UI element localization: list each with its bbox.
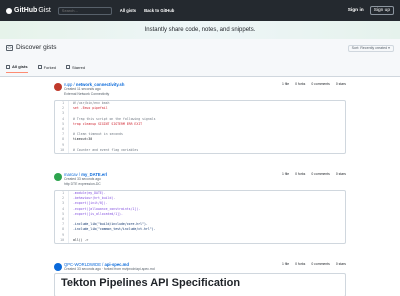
file-count[interactable]: 1 file [282,172,289,176]
github-mark-icon [6,7,12,14]
gist-header: QPC-WORLDWIDE / api-spec.md Created 33 s… [54,262,346,273]
logo-sub: Gist [38,7,51,14]
gist-stats: 1 file 0 forks 0 comments 0 stars [276,82,346,86]
auth-links: Sign in Sign up [348,6,394,15]
back-to-github-link[interactable]: Back to GitHub [144,8,174,13]
gist-item: marcav / my_DATE.erl Created 33 seconds … [54,172,346,244]
discover-title: Discover gists [16,44,57,51]
github-gist-logo[interactable]: GitHub Gist [6,7,51,14]
tab-label: Starred [72,64,86,70]
gist-stats: 1 file 0 forks 0 comments 0 stars [276,172,346,176]
gist-item: rupp / network_connectivity.sh Created 1… [54,82,346,154]
sort-dropdown[interactable]: Sort: Recently created ▾ [347,45,394,52]
tab-all-gists[interactable]: All gists [6,64,28,73]
sort-label: Sort: Recently created [351,46,388,50]
line-content: set -Eeuo pipefail [73,106,108,111]
line-content: all() -> [73,237,89,242]
code-preview[interactable]: 1 #!/usr/bin/env bash 2 set -Eeuo pipefail 3… [54,100,346,154]
gist-description: http DTE expression-DC [64,182,101,186]
hero-banner: Instantly share code, notes, and snippet… [0,21,400,39]
comment-count[interactable]: 0 comments [311,82,329,86]
gist-description: External Network Connectivity [64,92,110,96]
tab-starred[interactable]: Starred [66,64,85,73]
gist-tabs: All gists Forked Starred [6,64,95,73]
readme-title: Tekton Pipelines API Specification [61,277,241,289]
sign-in-link[interactable]: Sign in [348,8,364,13]
gist-item: QPC-WORLDWIDE / api-spec.md Created 33 s… [54,262,346,296]
tab-forked[interactable]: Forked [37,64,57,73]
star-icon [66,65,71,69]
file-count[interactable]: 1 file [282,82,289,86]
tab-label: Forked [43,64,57,70]
search-input[interactable] [57,6,112,15]
gist-meta: Created 33 seconds ago [64,177,101,181]
line-content: trap cleanup SIGINT SIGTERM ERR EXIT [73,121,143,126]
star-count[interactable]: 0 stars [336,172,346,176]
fork-count[interactable]: 0 forks [295,262,305,266]
code-preview[interactable]: 1 -module(my_DATE). 2 -behaviour(hrt_build)… [54,190,346,244]
line-number: 10 [55,237,69,243]
logo-main: GitHub [14,7,38,14]
avatar[interactable] [54,173,62,181]
line-number: 10 [55,147,69,153]
top-navigation-bar: GitHub Gist All gists Back to GitHub Sig… [0,0,400,21]
fork-count[interactable]: 0 forks [295,82,305,86]
avatar[interactable] [54,83,62,91]
line-content: # Counter and event flag variables [73,147,139,152]
fork-count[interactable]: 0 forks [295,172,305,176]
gist-header: rupp / network_connectivity.sh Created 1… [54,82,346,98]
star-count[interactable]: 0 stars [336,262,346,266]
gist-meta: Created 11 seconds ago [64,87,101,91]
gist-meta: Created 33 seconds ago · forked from mvl… [64,267,155,271]
code-square-icon: <> [6,44,13,51]
discover-header: <> Discover gists Sort: Recently created… [0,39,400,77]
hero-text: Instantly share code, notes, and snippet… [144,27,256,33]
star-count[interactable]: 0 stars [336,82,346,86]
line-content: -include_lib("common_test/include/ct.hrl… [73,227,156,232]
code-line: 10 all() -> [55,237,345,243]
fork-icon [37,65,42,69]
avatar[interactable] [54,263,62,271]
code-icon [6,64,10,69]
markdown-preview[interactable]: Tekton Pipelines API Specification [54,273,346,296]
page-title: <> Discover gists [6,44,56,51]
code-line: 10 # Counter and event flag variables [55,147,345,153]
gist-stats: 1 file 0 forks 0 comments 0 stars [276,262,346,266]
tab-label: All gists [12,64,28,69]
sign-up-button[interactable]: Sign up [369,6,394,15]
comment-count[interactable]: 0 comments [311,172,329,176]
comment-count[interactable]: 0 comments [311,262,329,266]
gist-header: marcav / my_DATE.erl Created 33 seconds … [54,172,346,188]
line-content: -export([is_allocated/1]). [73,211,123,216]
file-count[interactable]: 1 file [282,262,289,266]
all-gists-link[interactable]: All gists [120,8,136,13]
